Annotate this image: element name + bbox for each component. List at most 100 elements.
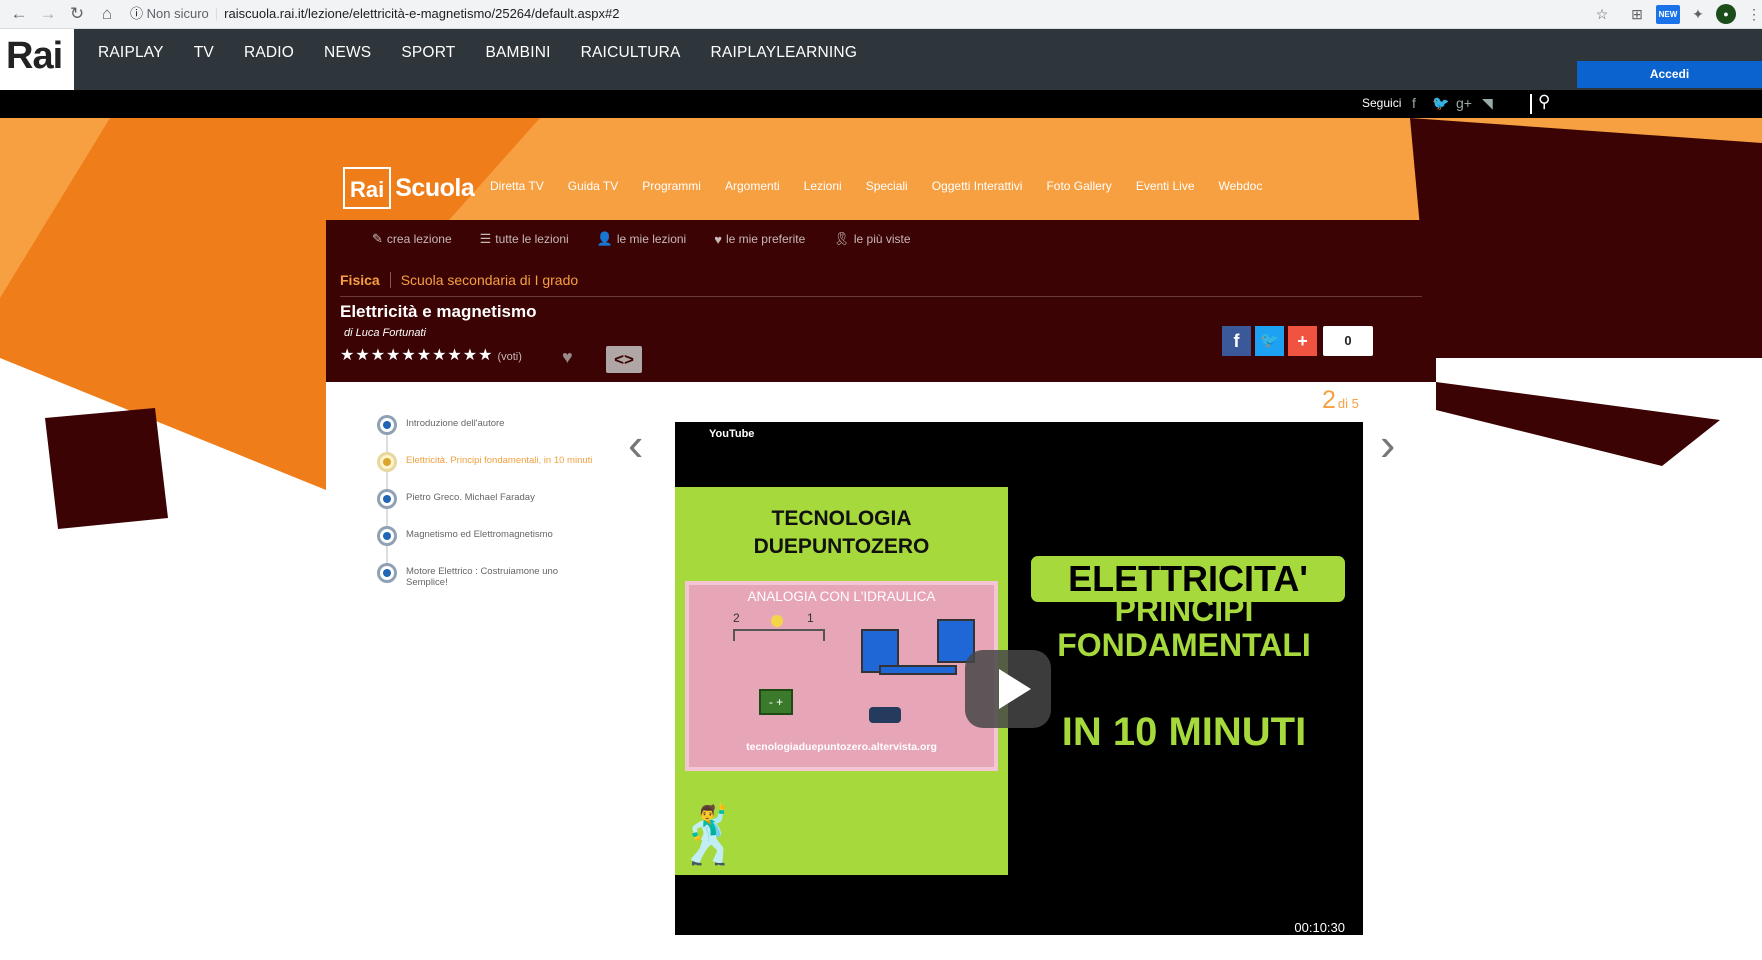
tool-le-piu-viste[interactable]: 🎗 le più viste — [833, 231, 910, 247]
favorite-heart-icon[interactable]: ♥ — [562, 347, 573, 368]
playlist-item-label: Magnetismo ed Elettromagnetismo — [406, 529, 553, 540]
raiscuola-logo[interactable]: Rai Scuola — [343, 167, 475, 209]
address-bar[interactable]: ⓘ Non sicuro | raiscuola.rai.it/lezione/el… — [130, 3, 619, 25]
facebook-icon[interactable]: f — [1412, 95, 1416, 111]
rai-menu-bambini[interactable]: BAMBINI — [485, 44, 550, 62]
votes-label: (voti) — [497, 351, 522, 363]
youtube-label[interactable]: YouTube — [709, 428, 754, 440]
list-bullet-icon — [377, 415, 397, 435]
twitter-icon[interactable]: 🐦 — [1432, 95, 1449, 112]
rai-menu-radio[interactable]: RADIO — [244, 44, 294, 62]
play-bullet-icon — [377, 489, 397, 509]
reload-icon[interactable]: ↻ — [66, 3, 88, 25]
scuola-menu-speciali[interactable]: Speciali — [866, 179, 908, 193]
playlist-item-label: Introduzione dell'autore — [406, 418, 505, 429]
video-thumbnail-left: TECNOLOGIA DUEPUNTOZERO ANALOGIA CON L'I… — [675, 487, 1008, 875]
pencil-icon: ✎ — [372, 231, 383, 246]
googleplus-icon[interactable]: g+ — [1456, 95, 1472, 111]
raiscuola-logo-rai: Rai — [343, 167, 392, 209]
lesson-playlist: Introduzione dell'autore Elettricità. Pr… — [377, 415, 597, 600]
scuola-menu-programmi[interactable]: Programmi — [642, 179, 701, 193]
grade-link[interactable]: Scuola secondaria di I grado — [389, 272, 579, 288]
playlist-item[interactable]: Motore Elettrico : Costruiamone uno Semp… — [377, 563, 597, 600]
scuola-menu-diretta-tv[interactable]: Diretta TV — [490, 179, 544, 193]
stars[interactable]: ★★★★★★★★★★ — [340, 347, 493, 364]
scuola-menu-guida-tv[interactable]: Guida TV — [568, 179, 618, 193]
addthis-plus-icon[interactable]: + — [1288, 326, 1317, 356]
info-icon[interactable]: ⓘ — [130, 6, 143, 21]
scuola-menu-lezioni[interactable]: Lezioni — [804, 179, 842, 193]
extension-grid-icon[interactable]: ⊞ — [1627, 4, 1647, 24]
url-text: raiscuola.rai.it/lezione/elettricità-e-m… — [224, 6, 620, 21]
tool-le-mie-preferite[interactable]: ♥ le mie preferite — [714, 232, 805, 247]
play-icon[interactable] — [965, 650, 1051, 728]
browser-toolbar: ← → ↻ ⌂ ⓘ Non sicuro | raiscuola.rai.it/le… — [0, 0, 1762, 29]
playlist-item-label: Pietro Greco. Michael Faraday — [406, 492, 535, 503]
tool-le-mie-lezioni[interactable]: 👤 le mie lezioni — [597, 231, 687, 247]
star-rating[interactable]: ★★★★★★★★★★ (voti) — [340, 345, 522, 365]
thumbnail-line1: PRINCIPI — [1114, 592, 1254, 628]
forward-icon[interactable]: → — [37, 3, 59, 25]
playlist-item-label: Motore Elettrico : Costruiamone uno Semp… — [406, 566, 559, 588]
play-bullet-icon — [377, 452, 397, 472]
rai-menu-raiplaylearning[interactable]: RAIPLAYLEARNING — [711, 44, 858, 62]
rai-menu-sport[interactable]: SPORT — [401, 44, 455, 62]
next-arrow-icon[interactable]: › — [1380, 421, 1395, 467]
scuola-menu-webdoc[interactable]: Webdoc — [1219, 179, 1263, 193]
tool-label: le più viste — [853, 232, 911, 246]
profile-avatar[interactable]: ● — [1716, 4, 1736, 24]
bookmark-star-icon[interactable]: ☆ — [1592, 4, 1612, 24]
tool-label: crea lezione — [386, 232, 452, 246]
previous-arrow-icon[interactable]: ‹ — [628, 421, 643, 467]
raiscuola-logo-text: Scuola — [395, 173, 475, 202]
scuola-menu-argomenti[interactable]: Argomenti — [725, 179, 780, 193]
login-button[interactable]: Accedi — [1577, 61, 1762, 88]
thumbnail-site-url: tecnologiaduepuntozero.altervista.org — [746, 741, 937, 753]
tool-crea-lezione[interactable]: ✎ crea lezione — [372, 231, 452, 247]
embed-button[interactable]: <> — [606, 346, 642, 373]
twitter-share-icon[interactable]: 🐦 — [1255, 326, 1284, 356]
social-strip: Seguici f 🐦 g+ ◥ ⚲ — [0, 90, 1762, 118]
lesson-toolbar: ✎ crea lezione ☰ tutte le lezioni 👤 le mie … — [326, 220, 1436, 258]
playlist-item[interactable]: Magnetismo ed Elettromagnetismo — [377, 526, 597, 563]
rai-logo[interactable]: Rai — [0, 29, 74, 90]
extension-new-icon[interactable]: NEW — [1656, 5, 1680, 24]
rai-global-nav: Rai RAIPLAY TV RADIO NEWS SPORT BAMBINI … — [0, 29, 1762, 90]
counter-current: 2 — [1322, 386, 1336, 414]
search-icon[interactable]: ⚲ — [1538, 92, 1550, 112]
scuola-menu-oggetti-interattivi[interactable]: Oggetti Interattivi — [932, 179, 1023, 193]
facebook-share-icon[interactable]: f — [1222, 326, 1251, 356]
thumbnail-title-line2: DUEPUNTOZERO — [753, 535, 930, 558]
thumbnail-title-line1: TECNOLOGIA — [771, 507, 912, 530]
rai-menu-raicultura[interactable]: RAICULTURA — [581, 44, 681, 62]
scuola-menu-eventi-live[interactable]: Eventi Live — [1136, 179, 1195, 193]
follow-label: Seguici — [1362, 96, 1402, 110]
back-icon[interactable]: ← — [8, 3, 30, 25]
counter-total: di 5 — [1337, 396, 1359, 411]
home-icon[interactable]: ⌂ — [96, 3, 118, 25]
tool-tutte-le-lezioni[interactable]: ☰ tutte le lezioni — [480, 231, 569, 247]
playlist-item[interactable]: Introduzione dell'autore — [377, 415, 597, 452]
thumbnail-line3: IN 10 MINUTI — [1061, 710, 1307, 754]
browser-menu-icon[interactable]: ⋮ — [1744, 4, 1762, 24]
scuola-menu-foto-gallery[interactable]: Foto Gallery — [1046, 179, 1111, 193]
tool-label: le mie lezioni — [616, 232, 687, 246]
battery-icon: - + — [759, 689, 793, 715]
extensions-puzzle-icon[interactable]: ✦ — [1688, 4, 1708, 24]
bulb-icon — [771, 615, 783, 627]
subject-link[interactable]: Fisica — [340, 272, 380, 288]
page-title: Elettricità e magnetismo — [340, 302, 537, 321]
rss-icon[interactable]: ◥ — [1482, 95, 1493, 112]
share-bar: f 🐦 + 0 — [1222, 326, 1373, 356]
video-player[interactable]: YouTube TECNOLOGIA DUEPUNTOZERO ANALOGIA… — [675, 422, 1363, 935]
dancing-figure-icon: 🕺 — [675, 803, 745, 866]
playlist-item-label: Elettricità. Principi fondamentali, in 1… — [406, 455, 593, 466]
hydraulic-analogy-diagram: ANALOGIA CON L'IDRAULICA 2 1 - + tecnolo… — [685, 581, 998, 771]
rai-menu-tv[interactable]: TV — [194, 44, 214, 62]
playlist-item-active[interactable]: Elettricità. Principi fondamentali, in 1… — [377, 452, 597, 489]
pump-icon — [869, 707, 901, 723]
analogy-label: ANALOGIA CON L'IDRAULICA — [747, 589, 936, 604]
rai-menu-raiplay[interactable]: RAIPLAY — [98, 44, 164, 62]
playlist-item[interactable]: Pietro Greco. Michael Faraday — [377, 489, 597, 526]
rai-menu-news[interactable]: NEWS — [324, 44, 371, 62]
